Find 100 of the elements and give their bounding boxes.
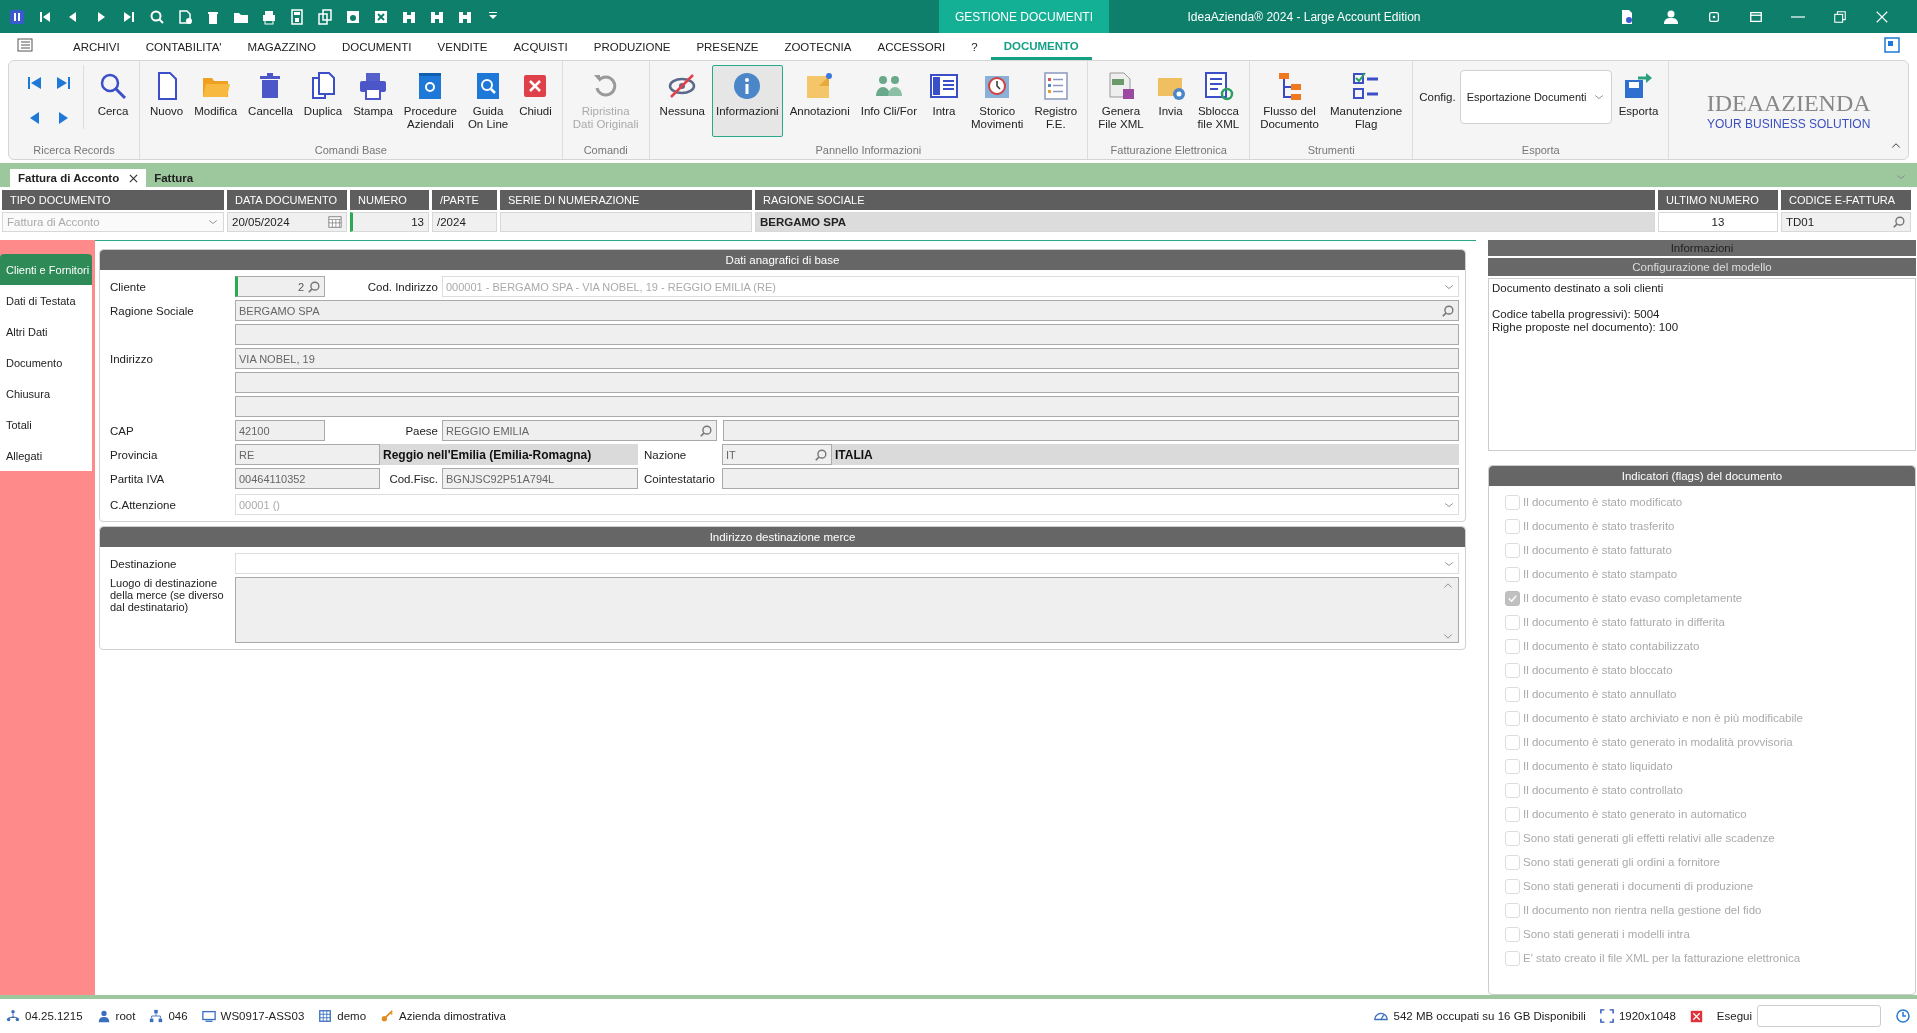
sidebar-item[interactable]: Dati di Testata: [0, 285, 92, 316]
ribbon-button[interactable]: Nuovo: [146, 65, 188, 137]
ribbon-button[interactable]: Duplica: [299, 65, 347, 137]
input-field[interactable]: VIA NOBEL, 19: [235, 348, 1459, 369]
input-field[interactable]: [722, 468, 1459, 489]
ribbon-button[interactable]: Annotazioni: [785, 65, 854, 137]
menu-tab[interactable]: ?: [958, 33, 991, 60]
checkbox-label: Il documento è stato liquidato: [1523, 760, 1673, 772]
config-dropdown[interactable]: Esportazione Documenti: [1459, 70, 1612, 124]
input-field[interactable]: 42100: [235, 420, 325, 441]
input-field[interactable]: 13: [350, 212, 429, 232]
menu-tab[interactable]: ACCESSORI: [864, 33, 959, 60]
ribbon-button[interactable]: Flusso del Documento: [1256, 65, 1323, 137]
input-field[interactable]: [723, 420, 1459, 441]
ribbon-button[interactable]: Informazioni: [712, 65, 783, 137]
ribbon-button[interactable]: Storico Movimenti: [967, 65, 1028, 137]
input-field[interactable]: [235, 372, 1459, 393]
run-field[interactable]: [1757, 1005, 1881, 1027]
column-header: RAGIONE SOCIALE: [755, 190, 1655, 210]
field-label: Paese: [404, 424, 439, 437]
sidebar-item[interactable]: Clienti e Fornitori: [0, 254, 92, 285]
ribbon-button[interactable]: Registro F.E.: [1030, 65, 1082, 137]
input-field[interactable]: [235, 396, 1459, 417]
search-icon: [149, 8, 165, 25]
ribbon-button[interactable]: Stampa: [349, 65, 397, 137]
input-field[interactable]: /2024: [432, 212, 497, 232]
resolution-text: 1920x1048: [1618, 1010, 1676, 1022]
ribbon-button[interactable]: Invia: [1150, 65, 1191, 137]
input-field[interactable]: 20/05/2024: [227, 212, 347, 232]
window-icon: [1749, 9, 1763, 24]
input-field[interactable]: 13: [1658, 212, 1778, 232]
input-field[interactable]: [500, 212, 752, 232]
checkbox-label: Il documento è stato trasferito: [1523, 520, 1675, 532]
client-field[interactable]: 2: [235, 276, 325, 297]
menu-tab[interactable]: VENDITE: [424, 33, 501, 60]
layout-icon: [1883, 37, 1901, 53]
menu-tab[interactable]: DOCUMENTI: [328, 33, 425, 60]
group-label: Comandi: [582, 143, 629, 158]
input-field[interactable]: RE: [235, 444, 380, 465]
document-tab[interactable]: Fattura di Acconto: [10, 169, 147, 187]
ribbon-button[interactable]: Cancella: [244, 65, 297, 137]
ribbon-button[interactable]: Genera File XML: [1094, 65, 1148, 137]
ribbon-button[interactable]: Chiudi: [515, 65, 556, 137]
window-title: IdeaAzienda® 2024 - Large Account Edition: [1186, 9, 1422, 24]
menu-tab[interactable]: MAGAZZINO: [234, 33, 329, 60]
status-text: 04.25.1215: [25, 1010, 83, 1022]
printer-icon: [357, 70, 389, 102]
menu-tab[interactable]: PRODUZIONE: [580, 33, 684, 60]
config-label: Config.: [1419, 91, 1456, 103]
ribbon-button[interactable]: Cerca: [93, 65, 133, 137]
ribbon-button[interactable]: Esporta: [1614, 65, 1663, 137]
input-field[interactable]: BERGAMO SPA: [755, 212, 1655, 232]
panel-title: Informazioni: [1488, 240, 1916, 256]
field-label: Cointestatario: [643, 472, 716, 485]
sidebar-item[interactable]: Chiusura: [0, 378, 92, 409]
column-header: ULTIMO NUMERO: [1658, 190, 1778, 210]
sidebar-item[interactable]: Documento: [0, 347, 92, 378]
grid-menu-icon: [16, 37, 34, 53]
database-icon: [318, 1009, 333, 1023]
ribbon-button[interactable]: Procedure Aziendali: [399, 65, 461, 137]
column-header: NUMERO: [350, 190, 429, 210]
input-field[interactable]: IT: [722, 444, 832, 465]
province-name: Reggio nell'Emilia (Emilia-Romagna): [380, 444, 638, 465]
text-area[interactable]: [235, 577, 1459, 643]
input-field[interactable]: BGNJSC92P51A794L: [442, 468, 638, 489]
ribbon-button[interactable]: Nessuna: [655, 65, 709, 137]
group-label: Ricerca Records: [32, 143, 116, 158]
input-field[interactable]: [235, 324, 1459, 345]
field-label: Partita IVA: [110, 472, 166, 485]
column-header: SERIE DI NUMERAZIONE: [500, 190, 752, 210]
ribbon-button[interactable]: Modifica: [190, 65, 242, 137]
menu-tab[interactable]: PRESENZE: [683, 33, 772, 60]
new-document-icon: [177, 8, 193, 25]
ribbon-button[interactable]: Info Cli/For: [856, 65, 921, 137]
input-field[interactable]: BERGAMO SPA: [235, 300, 1459, 321]
close-box-icon: [373, 8, 389, 25]
printer-icon: [261, 8, 277, 25]
menu-tab[interactable]: ACQUISTI: [500, 33, 581, 60]
sidebar-item[interactable]: Altri Dati: [0, 316, 92, 347]
run-label: Esegui: [1716, 1010, 1752, 1022]
section-header: Indicatori (flags) del documento: [1489, 466, 1915, 486]
menu-tab[interactable]: CONTABILITA': [132, 33, 235, 60]
sidebar-item[interactable]: Allegati: [0, 440, 92, 471]
ribbon-button[interactable]: Sblocca file XML: [1193, 65, 1244, 137]
input-field[interactable]: TD01: [1781, 212, 1911, 232]
input-field[interactable]: REGGIO EMILIA: [442, 420, 717, 441]
destination-dropdown[interactable]: [235, 553, 1459, 574]
menu-tab[interactable]: ZOOTECNIA: [771, 33, 865, 60]
minimize-icon: [1791, 15, 1805, 18]
column-header: TIPO DOCUMENTO: [2, 190, 224, 210]
search-icon: [1441, 303, 1455, 318]
sidebar-item[interactable]: Totali: [0, 409, 92, 440]
column-header: /PARTE: [432, 190, 497, 210]
ribbon-button[interactable]: Manutenzione Flag: [1325, 65, 1407, 137]
ribbon-button[interactable]: Intra: [924, 65, 964, 137]
menu-tab[interactable]: ARCHIVI: [60, 33, 133, 60]
info-text: Righe proposte nel documento): 100: [1492, 321, 1680, 334]
ribbon-button[interactable]: Guida On Line: [463, 65, 513, 137]
document-tab[interactable]: Fattura: [146, 169, 202, 187]
input-field[interactable]: 00464110352: [235, 468, 380, 489]
